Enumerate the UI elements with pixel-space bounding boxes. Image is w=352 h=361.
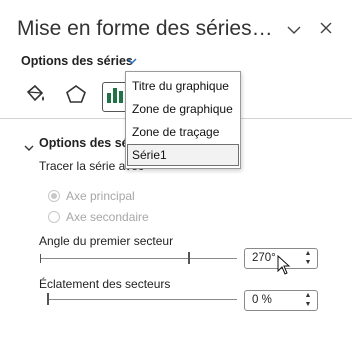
pane-title: Mise en forme des séries… bbox=[17, 17, 273, 40]
spinner-arrows-icon[interactable]: ▲ ▼ bbox=[303, 291, 313, 310]
angle-slider-track[interactable] bbox=[40, 258, 237, 259]
angle-slider-start-tick bbox=[40, 254, 41, 263]
menu-item-chart-area[interactable]: Zone de graphique bbox=[132, 102, 233, 116]
primary-axis-label: Axe principal bbox=[66, 189, 135, 203]
options-chevron-icon[interactable] bbox=[127, 54, 137, 68]
first-slice-angle-label: Angle du premier secteur bbox=[39, 234, 174, 248]
angle-value: 270° bbox=[252, 252, 276, 264]
fill-bucket-icon bbox=[24, 83, 46, 110]
series-options-menu: Titre du graphique Zone de graphique Zon… bbox=[125, 71, 241, 169]
fill-line-tab[interactable] bbox=[22, 82, 48, 110]
primary-axis-radio[interactable] bbox=[48, 190, 60, 202]
explosion-spinner[interactable]: 0 % ▲ ▼ bbox=[244, 290, 318, 311]
menu-item-series1[interactable]: Série1 bbox=[132, 148, 167, 162]
bar-chart-icon bbox=[105, 85, 125, 110]
section-collapse-chevron-icon[interactable] bbox=[24, 139, 34, 157]
secondary-axis-radio[interactable] bbox=[48, 211, 60, 223]
collapse-chevron-icon[interactable] bbox=[287, 22, 301, 39]
explosion-slider-track[interactable] bbox=[47, 299, 237, 300]
secondary-axis-label: Axe secondaire bbox=[66, 210, 149, 224]
menu-item-plot-area[interactable]: Zone de traçage bbox=[132, 125, 219, 139]
angle-slider-thumb[interactable] bbox=[188, 252, 190, 264]
close-icon[interactable] bbox=[320, 21, 332, 38]
explosion-value: 0 % bbox=[252, 294, 272, 306]
spinner-arrows-icon[interactable]: ▲ ▼ bbox=[303, 249, 313, 268]
pentagon-icon bbox=[65, 83, 87, 110]
series-options-dropdown-label[interactable]: Options des séries bbox=[21, 54, 133, 68]
effects-tab[interactable] bbox=[63, 82, 89, 110]
explosion-slider-thumb[interactable] bbox=[47, 293, 49, 305]
mouse-cursor-icon bbox=[277, 254, 291, 280]
slice-explosion-label: Éclatement des secteurs bbox=[39, 277, 171, 291]
menu-item-chart-title[interactable]: Titre du graphique bbox=[132, 79, 229, 93]
